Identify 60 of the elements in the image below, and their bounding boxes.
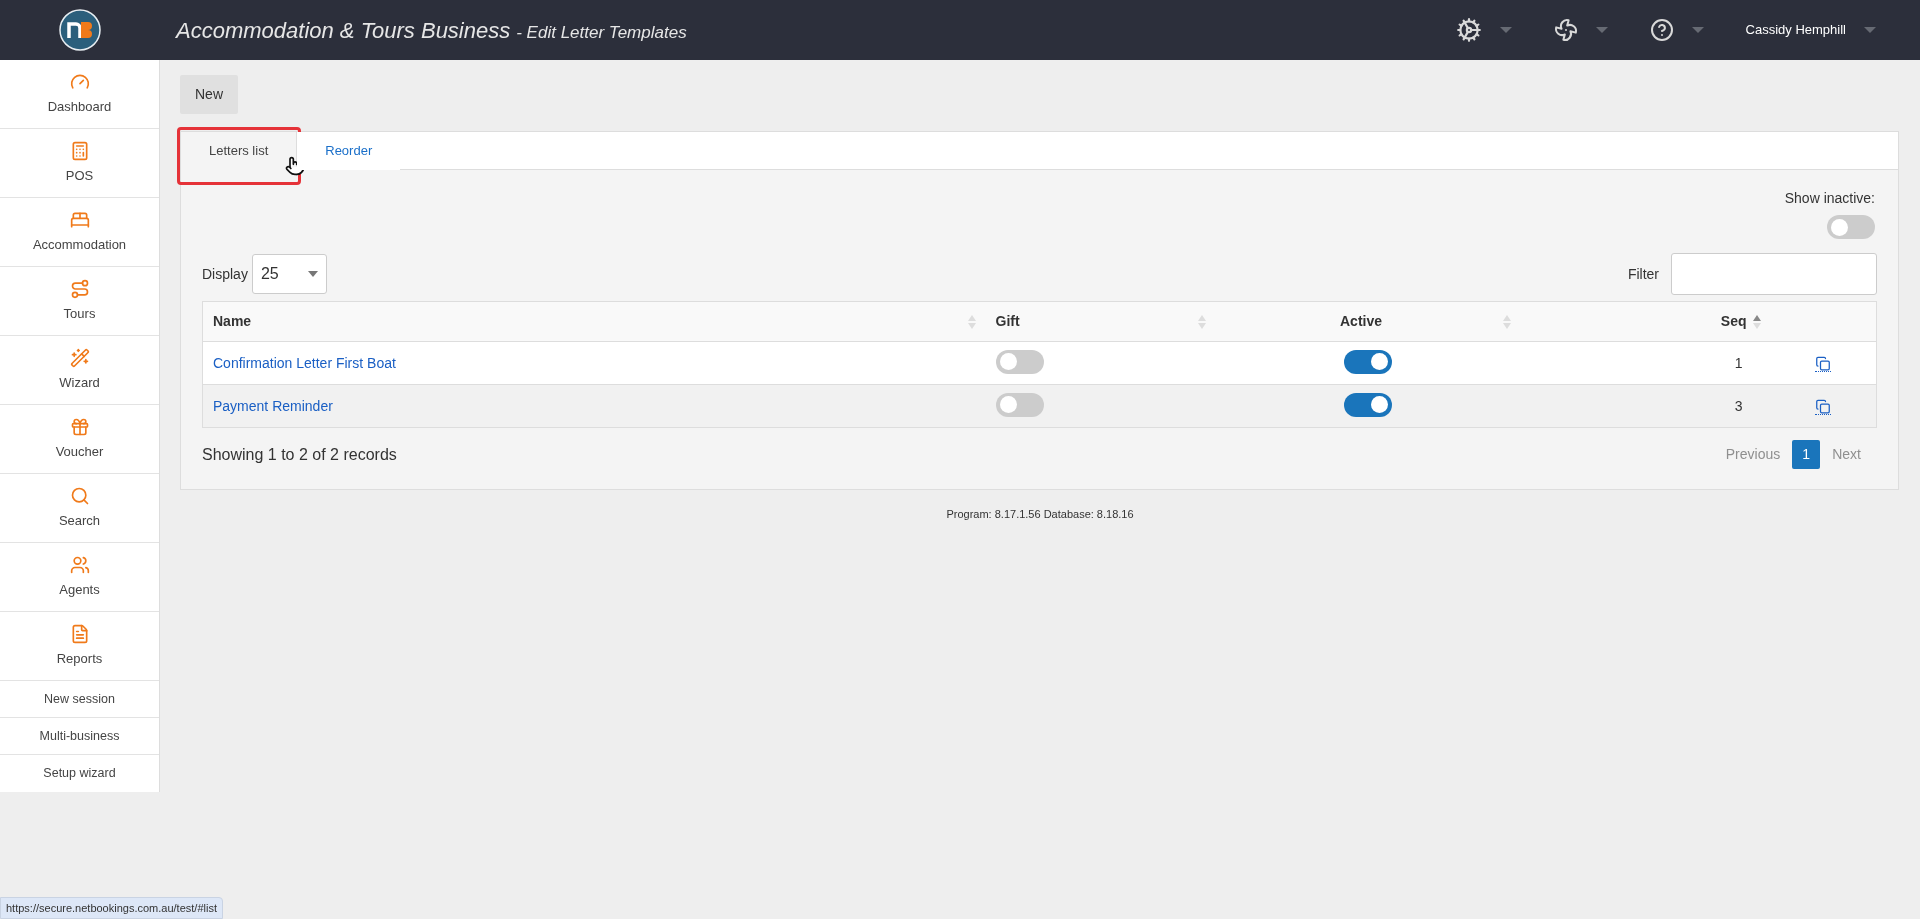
- new-button[interactable]: New: [180, 75, 238, 114]
- fan-menu[interactable]: [1553, 18, 1608, 42]
- column-header[interactable]: Seq: [1520, 301, 1771, 342]
- help-icon: [1649, 18, 1674, 42]
- page-subtitle: - Edit Letter Templates: [516, 21, 687, 44]
- caret-icon: [1691, 27, 1704, 33]
- logo-icon: [59, 9, 101, 51]
- toggle-switch[interactable]: [1344, 349, 1392, 374]
- gift-icon: [69, 416, 90, 437]
- toggle-switch[interactable]: [995, 349, 1044, 374]
- sidebar-item[interactable]: Reports: [0, 612, 159, 681]
- letter-link[interactable]: Payment Reminder: [213, 397, 333, 414]
- letter-link[interactable]: Confirmation Letter First Boat: [213, 354, 396, 371]
- show-inactive-label: Show inactive:: [1784, 189, 1875, 208]
- page-title: Accommodation & Tours Business: [176, 16, 511, 45]
- fan-icon: [1553, 18, 1578, 42]
- sidebar-item[interactable]: Accommodation: [0, 198, 159, 267]
- tab[interactable]: Letters list: [181, 132, 298, 170]
- display-label: Display: [202, 264, 248, 284]
- sidebar-item[interactable]: Wizard: [0, 336, 159, 405]
- sidebar-item[interactable]: Search: [0, 474, 159, 543]
- settings-icon: [1455, 17, 1482, 43]
- page-size-dropdown[interactable]: 25: [251, 254, 327, 294]
- column-header[interactable]: Active: [1215, 301, 1521, 342]
- seq-cell-text: 3: [1734, 397, 1744, 414]
- column-header[interactable]: Name: [202, 301, 986, 342]
- filter-label: Filter: [1627, 264, 1659, 284]
- sidebar-item[interactable]: Tours: [0, 267, 159, 336]
- sidebar-item[interactable]: POS: [0, 129, 159, 198]
- caret-icon: [1499, 27, 1512, 33]
- caret-icon: [1595, 27, 1608, 33]
- help-menu[interactable]: [1649, 18, 1704, 42]
- sidebar-link[interactable]: Setup wizard: [0, 755, 159, 792]
- column-header[interactable]: Gift: [985, 301, 1216, 342]
- caret-icon: [307, 271, 318, 277]
- copy-icon[interactable]: [1815, 355, 1832, 372]
- route-icon: [69, 278, 90, 299]
- records-summary: Showing 1 to 2 of 2 records: [202, 444, 397, 465]
- tab[interactable]: Reorder: [297, 132, 401, 170]
- people-icon: [69, 554, 90, 575]
- search-icon: [69, 485, 90, 506]
- seq-cell-text: 1: [1734, 354, 1744, 371]
- wand-icon: [69, 347, 90, 368]
- sidebar-link[interactable]: Multi-business: [0, 718, 159, 755]
- version-info: Program: 8.17.1.56 Database: 8.18.16: [945, 507, 1135, 522]
- sidebar-item[interactable]: Agents: [0, 543, 159, 612]
- toggle-switch[interactable]: [1344, 392, 1392, 417]
- sidebar-item[interactable]: Voucher: [0, 405, 159, 474]
- sidebar-link[interactable]: New session: [0, 681, 159, 718]
- sidebar-item[interactable]: Dashboard: [0, 60, 159, 129]
- status-url: https://secure.netbookings.com.au/test/#list: [0, 896, 223, 919]
- settings-menu[interactable]: [1455, 17, 1512, 43]
- toggle-switch[interactable]: [995, 392, 1044, 417]
- filter-field[interactable]: [1671, 253, 1877, 295]
- copy-icon[interactable]: [1815, 398, 1832, 415]
- caret-icon: [1864, 27, 1876, 33]
- toggle-switch[interactable]: [1827, 215, 1875, 239]
- sort-icon[interactable]: [1752, 313, 1761, 330]
- user-menu[interactable]: Cassidy Hemphill: [1745, 20, 1876, 40]
- page-button[interactable]: 1: [1792, 440, 1821, 469]
